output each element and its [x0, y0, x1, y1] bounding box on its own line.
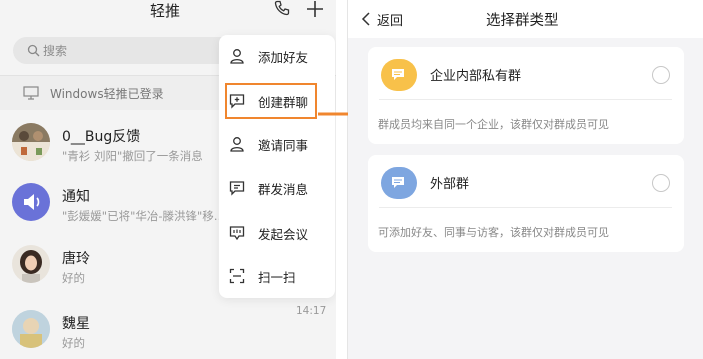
- chat-list-panel: 轻推 搜索 Windows轻推已登录 0__Bug反馈 "青衫 刘阳"撤回了一条…: [0, 0, 336, 359]
- avatar: [12, 183, 50, 221]
- avatar: [12, 245, 50, 283]
- chat-name: 0__Bug反馈: [62, 129, 141, 145]
- menu-item-scan[interactable]: 扫一扫: [219, 256, 335, 296]
- megaphone-icon: [24, 194, 40, 210]
- radio-button[interactable]: [652, 174, 670, 192]
- screen: 轻推 搜索 Windows轻推已登录 0__Bug反馈 "青衫 刘阳"撤回了一条…: [0, 0, 703, 359]
- menu-item-label: 群发消息: [258, 182, 309, 197]
- menu-item-broadcast[interactable]: 群发消息: [219, 168, 335, 208]
- login-status-text: Windows轻推已登录: [50, 87, 164, 101]
- chat-last-message: "彭媛媛"已将"华冶-滕洪锋"移…: [62, 209, 222, 223]
- group-type-option-internal[interactable]: 企业内部私有群 群成员均来自同一个企业，该群仅对群成员可见: [368, 47, 684, 144]
- avatar: [12, 310, 50, 348]
- menu-item-label: 添加好友: [258, 50, 309, 65]
- header: 轻推: [0, 0, 336, 28]
- group-type-option-external[interactable]: 外部群 可添加好友、同事与访客，该群仅对群成员可见: [368, 155, 684, 252]
- divider: [379, 99, 672, 100]
- app-title: 轻推: [150, 2, 181, 20]
- phone-icon[interactable]: [274, 0, 290, 16]
- search-icon: [27, 44, 40, 57]
- chat-name: 通知: [62, 189, 90, 205]
- chat-time: 14:17: [296, 305, 327, 317]
- menu-item-start-meeting[interactable]: 发起会议: [219, 213, 335, 253]
- scan-icon: [229, 268, 245, 284]
- option-description: 群成员均来自同一个企业，该群仅对群成员可见: [378, 118, 609, 131]
- header: 返回 选择群类型: [348, 0, 703, 38]
- add-menu-dropdown: 添加好友 创建群聊 邀请同事 群发消息 发起会议 扫一扫: [219, 35, 335, 298]
- back-label: 返回: [377, 14, 404, 29]
- plus-icon[interactable]: [306, 0, 324, 18]
- meeting-icon: [229, 226, 245, 241]
- group-chat-icon: [381, 167, 417, 199]
- option-title: 企业内部私有群: [430, 69, 522, 84]
- divider: [379, 207, 672, 208]
- menu-item-label: 扫一扫: [258, 270, 296, 285]
- menu-item-add-friend[interactable]: 添加好友: [219, 36, 335, 76]
- highlight-box: [225, 83, 317, 119]
- option-description: 可添加好友、同事与访客，该群仅对群成员可见: [378, 226, 609, 239]
- broadcast-icon: [229, 181, 245, 196]
- chat-last-message: 好的: [62, 336, 85, 350]
- group-type-panel: 返回 选择群类型 企业内部私有群 群成员均来自同一个企业，该群仅对群成员可见 外…: [348, 0, 703, 359]
- chat-name: 唐玲: [62, 251, 90, 267]
- group-chat-icon: [381, 59, 417, 91]
- menu-item-label: 邀请同事: [258, 138, 309, 153]
- option-title: 外部群: [430, 177, 470, 192]
- person-icon: [230, 49, 244, 64]
- monitor-icon: [23, 86, 39, 100]
- menu-item-invite-colleague[interactable]: 邀请同事: [219, 124, 335, 164]
- chat-last-message: "青衫 刘阳"撤回了一条消息: [62, 149, 203, 163]
- chat-list-item[interactable]: 魏星 好的 14:17: [0, 301, 336, 359]
- avatar: [12, 123, 50, 161]
- radio-button[interactable]: [652, 66, 670, 84]
- chat-last-message: 好的: [62, 271, 85, 285]
- chat-name: 魏星: [62, 316, 90, 332]
- person-invite-icon: [230, 137, 244, 152]
- menu-item-label: 发起会议: [258, 227, 309, 242]
- page-title: 选择群类型: [486, 13, 559, 29]
- chevron-left-icon: [361, 12, 370, 26]
- search-placeholder: 搜索: [43, 44, 68, 58]
